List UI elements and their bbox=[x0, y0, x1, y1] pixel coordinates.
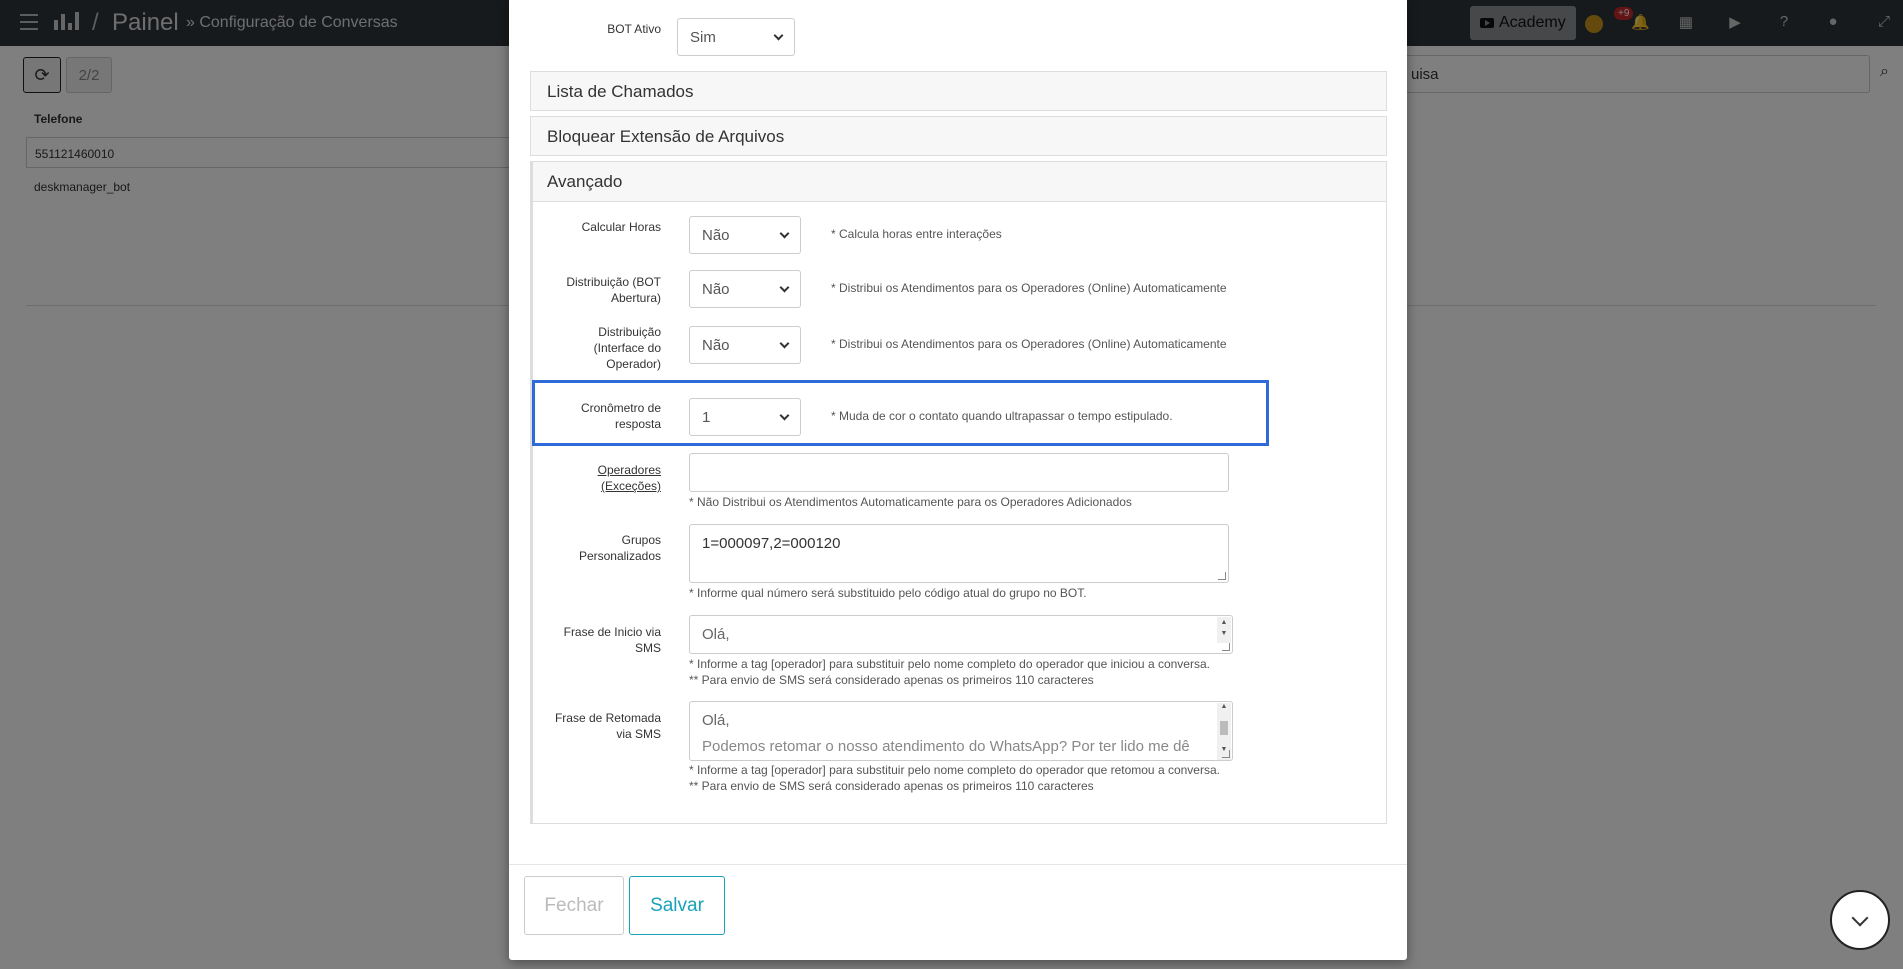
frase-retomada-hint-1: * Informe a tag [operador] para substitu… bbox=[689, 763, 1220, 777]
operadores-input[interactable] bbox=[689, 453, 1229, 492]
cronometro-select[interactable]: 1 bbox=[689, 398, 801, 436]
frase-inicio-label: Frase de Inicio via SMS bbox=[563, 625, 661, 655]
frase-inicio-textarea[interactable]: Olá, ▲ ▼ bbox=[689, 615, 1233, 654]
frase-retomada-textarea[interactable]: Olá, Podemos retomar o nosso atendimento… bbox=[689, 701, 1233, 761]
dist-bot-select[interactable]: Não bbox=[689, 270, 801, 308]
frase-inicio-hint-2: ** Para envio de SMS será considerado ap… bbox=[689, 673, 1094, 687]
dist-bot-value: Não bbox=[702, 280, 730, 298]
dist-bot-label: Distribuição (BOT Abertura) bbox=[566, 275, 661, 305]
resize-handle[interactable] bbox=[1222, 643, 1230, 651]
resize-handle[interactable] bbox=[1222, 750, 1230, 758]
frase-retomada-value: Olá, bbox=[702, 712, 730, 729]
dist-bot-hint: * Distribui os Atendimentos para os Oper… bbox=[831, 281, 1227, 295]
operadores-label-text: Operadores (Exceções) bbox=[597, 463, 661, 493]
grupos-textarea[interactable]: 1=000097,2=000120 bbox=[689, 524, 1229, 583]
frase-inicio-hint-1: * Informe a tag [operador] para substitu… bbox=[689, 657, 1210, 671]
panel-avancado-title[interactable]: Avançado bbox=[533, 162, 1386, 202]
calcular-horas-label: Calcular Horas bbox=[581, 220, 661, 234]
chevron-down-icon bbox=[779, 282, 790, 292]
operadores-hint: * Não Distribui os Atendimentos Automati… bbox=[689, 495, 1132, 509]
config-modal: BOT Ativo Sim Lista de Chamados Bloquear… bbox=[509, 0, 1407, 960]
frase-retomada-hint-2: ** Para envio de SMS será considerado ap… bbox=[689, 779, 1094, 793]
panel-bloquear-extensao[interactable]: Bloquear Extensão de Arquivos bbox=[530, 116, 1387, 156]
grupos-hint: * Informe qual número será substituido p… bbox=[689, 586, 1087, 600]
chevron-down-icon bbox=[1851, 909, 1869, 927]
cronometro-label: Cronômetro de resposta bbox=[580, 401, 661, 431]
frase-inicio-value: Olá, bbox=[702, 626, 730, 643]
grupos-label: Grupos Personalizados bbox=[578, 533, 661, 563]
chevron-down-icon bbox=[779, 338, 790, 348]
grupos-value: 1=000097,2=000120 bbox=[702, 535, 841, 552]
dist-interface-hint: * Distribui os Atendimentos para os Oper… bbox=[831, 337, 1227, 351]
bot-ativo-select[interactable]: Sim bbox=[677, 18, 795, 56]
scroll-arrows[interactable]: ▲ ▼ bbox=[1217, 617, 1231, 643]
dist-interface-value: Não bbox=[702, 336, 730, 354]
frase-retomada-label: Frase de Retomada via SMS bbox=[554, 711, 661, 741]
calcular-horas-hint: * Calcula horas entre interações bbox=[831, 227, 1002, 241]
bot-ativo-label: BOT Ativo bbox=[607, 22, 661, 36]
modal-footer-divider bbox=[509, 864, 1407, 865]
bot-ativo-value: Sim bbox=[690, 28, 716, 46]
salvar-button[interactable]: Salvar bbox=[629, 876, 725, 935]
calcular-horas-select[interactable]: Não bbox=[689, 216, 801, 254]
fechar-button[interactable]: Fechar bbox=[524, 876, 624, 935]
scroll-down-button[interactable] bbox=[1830, 890, 1890, 950]
resize-handle[interactable] bbox=[1218, 572, 1226, 580]
calcular-horas-value: Não bbox=[702, 226, 730, 244]
chevron-down-icon bbox=[779, 410, 790, 420]
chevron-down-icon bbox=[779, 228, 790, 238]
frase-retomada-value-line2: Podemos retomar o nosso atendimento do W… bbox=[702, 738, 1190, 755]
chevron-down-icon bbox=[773, 30, 784, 40]
operadores-label[interactable]: Operadores (Exceções) bbox=[561, 462, 661, 494]
cronometro-value: 1 bbox=[702, 408, 711, 426]
panel-lista-chamados[interactable]: Lista de Chamados bbox=[530, 71, 1387, 111]
cronometro-hint: * Muda de cor o contato quando ultrapass… bbox=[831, 409, 1173, 423]
dist-interface-label: Distribuição (Interface do Operador) bbox=[593, 325, 661, 371]
dist-interface-select[interactable]: Não bbox=[689, 326, 801, 364]
